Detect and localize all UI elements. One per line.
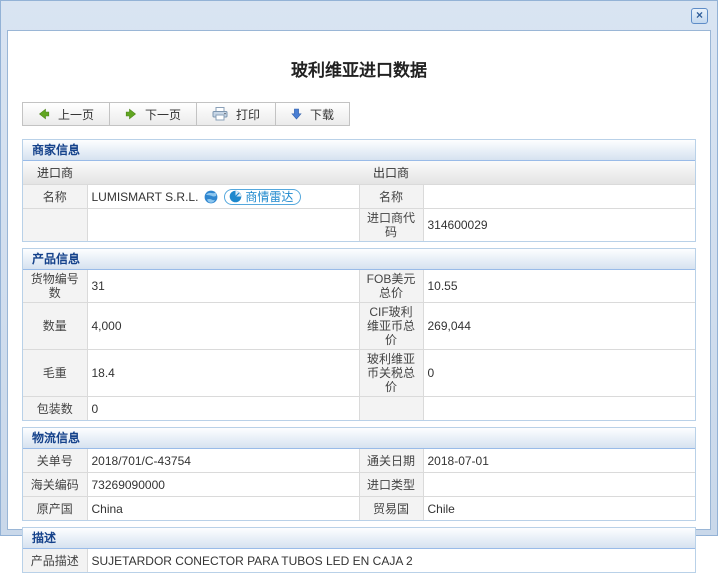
field-value: 0 — [86, 396, 360, 420]
table-row: 原产国 China 贸易国 Chile — [23, 496, 695, 520]
field-value — [422, 472, 695, 497]
section-logistics: 物流信息 关单号 2018/701/C-43754 通关日期 2018-07-0… — [22, 427, 696, 521]
table-row: 数量 4,000 CIF玻利维亚币总价 269,044 — [23, 302, 695, 350]
importer-header-spacer — [87, 161, 359, 185]
table-row: 进口商代码 314600029 — [23, 208, 695, 241]
exporter-name-cell — [422, 184, 695, 209]
print-label: 打印 — [236, 107, 261, 122]
field-value: 2018-07-01 — [422, 449, 695, 473]
field-label: 数量 — [23, 302, 88, 350]
field-label — [358, 396, 424, 420]
radar-badge[interactable]: 商情雷达 — [224, 188, 302, 205]
radar-icon — [229, 190, 242, 203]
field-label: 海关编码 — [23, 472, 88, 497]
product-description-value: SUJETARDOR CONECTOR PARA TUBOS LED EN CA… — [86, 549, 695, 572]
section-description: 描述 产品描述 SUJETARDOR CONECTOR PARA TUBOS L… — [22, 527, 696, 573]
next-page-button[interactable]: 下一页 — [109, 102, 198, 126]
field-label: 贸易国 — [358, 496, 424, 520]
field-label: 进口类型 — [358, 472, 424, 497]
arrow-right-icon — [125, 108, 137, 120]
prev-page-label: 上一页 — [58, 107, 95, 122]
field-label: CIF玻利维亚币总价 — [358, 302, 424, 350]
field-label: 通关日期 — [358, 449, 424, 473]
table-row: 货物编号数 31 FOB美元总价 10.55 — [23, 270, 695, 303]
field-value: Chile — [422, 496, 695, 520]
dialog-content-panel: 玻利维亚进口数据 上一页 下一页 打印 下载 商家信息 进口商 出口商 名称 L… — [7, 30, 711, 573]
globe-icon[interactable] — [204, 190, 218, 204]
sections-container: 商家信息 进口商 出口商 名称 LUMISMART S.R.L. 商情雷达 名称… — [22, 139, 696, 573]
field-value: 4,000 — [86, 302, 360, 350]
prev-page-button[interactable]: 上一页 — [22, 102, 111, 126]
arrow-down-icon — [291, 108, 302, 120]
arrow-left-icon — [38, 108, 50, 120]
print-button[interactable]: 打印 — [196, 102, 277, 126]
field-value — [422, 396, 695, 420]
field-label: 毛重 — [23, 349, 88, 397]
table-row: 包装数 0 — [23, 396, 695, 420]
field-label: 关单号 — [23, 449, 88, 473]
importer-code-label: 进口商代码 — [358, 208, 424, 241]
importer-code-value: 314600029 — [422, 208, 695, 241]
section-description-title: 描述 — [23, 528, 695, 549]
field-label: 包装数 — [23, 396, 88, 420]
importer-name-cell: LUMISMART S.R.L. 商情雷达 — [86, 184, 360, 209]
field-label: FOB美元总价 — [358, 270, 424, 303]
exporter-header: 出口商 — [359, 161, 423, 185]
field-label: 货物编号数 — [23, 270, 88, 303]
field-value: 269,044 — [422, 302, 695, 350]
field-value: 73269090000 — [86, 472, 360, 497]
product-description-label: 产品描述 — [23, 549, 88, 572]
table-row: 关单号 2018/701/C-43754 通关日期 2018-07-01 — [23, 449, 695, 473]
download-label: 下载 — [310, 107, 335, 122]
table-row: 海关编码 73269090000 进口类型 — [23, 472, 695, 497]
section-product-title: 产品信息 — [23, 249, 695, 270]
field-value: 0 — [422, 349, 695, 397]
importer-header: 进口商 — [23, 161, 87, 185]
exporter-name-label: 名称 — [358, 184, 424, 209]
product-table: 货物编号数 31 FOB美元总价 10.55 数量 4,000 CIF玻利维亚币… — [23, 270, 695, 420]
close-icon[interactable]: × — [691, 8, 708, 24]
next-page-label: 下一页 — [145, 107, 182, 122]
radar-badge-label: 商情雷达 — [245, 190, 294, 204]
download-button[interactable]: 下载 — [275, 102, 351, 126]
merchant-header-row: 进口商 出口商 — [23, 161, 695, 185]
table-row: 产品描述 SUJETARDOR CONECTOR PARA TUBOS LED … — [23, 549, 695, 572]
merchant-table: 进口商 出口商 名称 LUMISMART S.R.L. 商情雷达 名称 进口商代… — [23, 161, 695, 241]
dialog-window: × 玻利维亚进口数据 上一页 下一页 打印 下载 商家信息 进口商 出口商 名称… — [0, 0, 718, 573]
description-table: 产品描述 SUJETARDOR CONECTOR PARA TUBOS LED … — [23, 549, 695, 572]
exporter-header-spacer — [423, 161, 695, 185]
section-merchant: 商家信息 进口商 出口商 名称 LUMISMART S.R.L. 商情雷达 名称… — [22, 139, 696, 242]
field-value: China — [86, 496, 360, 520]
page-title: 玻利维亚进口数据 — [291, 61, 427, 80]
toolbar: 上一页 下一页 打印 下载 — [22, 102, 710, 126]
section-logistics-title: 物流信息 — [23, 428, 695, 449]
field-value: 31 — [86, 270, 360, 303]
empty-value-cell — [86, 208, 360, 241]
field-label: 玻利维亚币关税总价 — [358, 349, 424, 397]
field-value: 18.4 — [86, 349, 360, 397]
logistics-table: 关单号 2018/701/C-43754 通关日期 2018-07-01 海关编… — [23, 449, 695, 520]
section-merchant-title: 商家信息 — [23, 140, 695, 161]
field-value: 10.55 — [422, 270, 695, 303]
field-label: 原产国 — [23, 496, 88, 520]
printer-icon — [212, 107, 228, 121]
importer-name-label: 名称 — [23, 184, 88, 209]
section-product: 产品信息 货物编号数 31 FOB美元总价 10.55 数量 4,000 CIF… — [22, 248, 696, 421]
importer-name: LUMISMART S.R.L. — [91, 189, 199, 204]
table-row: 名称 LUMISMART S.R.L. 商情雷达 名称 — [23, 184, 695, 209]
empty-label-cell — [23, 208, 88, 241]
field-value: 2018/701/C-43754 — [86, 449, 360, 473]
table-row: 毛重 18.4 玻利维亚币关税总价 0 — [23, 349, 695, 397]
